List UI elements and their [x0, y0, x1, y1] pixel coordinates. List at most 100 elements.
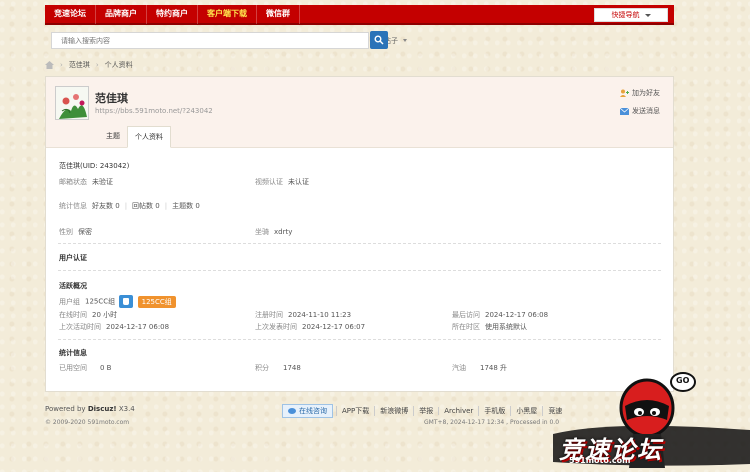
powered-label: Powered by	[45, 405, 86, 413]
ride-row: 坐骑 xdrty	[255, 227, 292, 237]
breadcrumb-current[interactable]: 个人资料	[105, 60, 133, 70]
space-row: 已用空间 0 B	[59, 363, 111, 373]
send-message-label: 发送消息	[632, 107, 660, 115]
divider	[58, 339, 661, 340]
sweat-row: 汽油 1748 升	[452, 363, 507, 373]
divider	[58, 270, 661, 271]
search-icon	[374, 35, 384, 45]
mail-icon	[620, 107, 629, 115]
last-post-label: 上次发表时间	[255, 323, 297, 331]
chat-icon	[288, 407, 296, 414]
footer-link-archiver[interactable]: Archiver	[438, 407, 478, 415]
avatar[interactable]	[55, 86, 89, 120]
profile-username: 范佳琪	[95, 92, 128, 105]
gender-row: 性别 保密	[59, 227, 92, 237]
footer-link-blackroom[interactable]: 小黑屋	[510, 406, 542, 416]
chevron-down-icon	[644, 13, 651, 17]
footer-nav: 在线咨询 APP下载 新浪微博 举报 Archiver 手机版 小黑屋 竞速	[282, 404, 567, 418]
avatar-image	[56, 87, 88, 119]
shirt-badge-icon	[119, 295, 134, 308]
tab-profile[interactable]: 个人资料	[127, 126, 171, 148]
email-status-row: 邮箱状态 未验证	[59, 177, 113, 187]
replies-count[interactable]: 回帖数 0	[132, 202, 160, 210]
points-row: 积分 1748	[255, 363, 301, 373]
email-status-value: 未验证	[92, 178, 113, 186]
breadcrumb-separator: ›	[60, 61, 63, 69]
footer-link-report[interactable]: 举报	[413, 406, 438, 416]
points-value: 1748	[283, 364, 301, 372]
ride-value: xdrty	[274, 228, 293, 236]
video-auth-value: 未认证	[288, 178, 309, 186]
reg-time-row: 注册时间 2024-11-10 11:23	[255, 310, 351, 320]
email-status-label: 邮箱状态	[59, 178, 87, 186]
last-post-value: 2024-12-17 06:07	[302, 323, 366, 331]
space-value: 0 B	[100, 364, 112, 372]
last-active-label: 上次活动时间	[59, 323, 101, 331]
online-consult-button[interactable]: 在线咨询	[282, 404, 333, 418]
nav-item-client-download[interactable]: 客户端下载	[198, 4, 257, 24]
sweat-value: 1748 升	[480, 364, 508, 372]
timezone-row: 所在时区 使用系统默认	[452, 322, 527, 332]
tab-threads[interactable]: 主题	[99, 126, 127, 148]
footer-powered: Powered by Discuz! X3.4	[45, 405, 135, 413]
profile-panel: 范佳琪 https://bbs.591moto.net/?243042 加为好友…	[45, 76, 674, 392]
profile-header: 范佳琪 https://bbs.591moto.net/?243042 加为好友…	[46, 77, 673, 148]
nav-item-wechat-group[interactable]: 微信群	[257, 4, 300, 24]
group-badge: 125CC组	[137, 295, 176, 308]
breadcrumb: › 范佳琪 › 个人资料	[45, 60, 133, 70]
send-message-button[interactable]: 发送消息	[620, 106, 660, 116]
top-nav-bar: 竞速论坛 品牌商户 特约商户 客户端下载 微信群 快捷导航	[45, 4, 674, 25]
search-bar: 帖子	[51, 32, 407, 49]
profile-url[interactable]: https://bbs.591moto.net/?243042	[95, 107, 213, 115]
points-label: 积分	[255, 364, 269, 372]
search-button[interactable]	[370, 31, 388, 49]
timezone-label: 所在时区	[452, 323, 480, 331]
add-friend-label: 加为好友	[632, 89, 660, 97]
stats-label: 统计信息	[59, 202, 87, 210]
chevron-down-icon	[403, 39, 407, 42]
divider	[58, 243, 661, 244]
nav-item-special-merchants[interactable]: 特约商户	[147, 4, 198, 24]
reg-time-label: 注册时间	[255, 311, 283, 319]
profile-tabs: 主题 个人资料	[99, 126, 171, 148]
discuz-link[interactable]: Discuz!	[88, 405, 117, 413]
quick-nav-dropdown[interactable]: 快捷导航	[594, 8, 668, 22]
activity-heading: 活跃概况	[59, 282, 87, 290]
last-active-row: 上次活动时间 2024-12-17 06:08	[59, 322, 169, 332]
footer-link-app[interactable]: APP下载	[336, 406, 374, 416]
stat-heading: 统计信息	[59, 349, 87, 357]
home-icon[interactable]	[45, 61, 54, 69]
video-auth-label: 视频认证	[255, 178, 283, 186]
user-group-value[interactable]: 125CC组	[85, 298, 115, 306]
user-group-label: 用户组	[59, 297, 80, 306]
version-label: X3.4	[118, 405, 135, 413]
ride-label: 坐骑	[255, 228, 269, 236]
stats-row: 统计信息 好友数 0 | 回帖数 0 | 主题数 0	[59, 202, 200, 210]
last-active-value: 2024-12-17 06:08	[106, 323, 170, 331]
online-time-label: 在线时间	[59, 311, 87, 319]
online-time-value: 20 小时	[92, 311, 118, 319]
footer-link-weibo[interactable]: 新浪微博	[374, 406, 413, 416]
uid-line: 范佳琪(UID: 243042)	[59, 162, 130, 170]
gender-value: 保密	[78, 228, 92, 236]
user-auth-heading: 用户认证	[59, 254, 87, 262]
breadcrumb-user[interactable]: 范佳琪	[69, 60, 90, 70]
footer-copyright: © 2009-2020 591moto.com	[45, 419, 130, 426]
footer-link-mobile[interactable]: 手机版	[478, 406, 510, 416]
gender-label: 性别	[59, 228, 73, 236]
quick-nav-label: 快捷导航	[611, 11, 640, 19]
online-consult-label: 在线咨询	[299, 407, 327, 415]
online-time-row: 在线时间 20 小时	[59, 310, 117, 320]
forum-mascot-logo[interactable]: 竞速论坛 591moto.com GO	[553, 372, 750, 472]
add-friend-button[interactable]: 加为好友	[620, 88, 660, 98]
last-visit-value: 2024-12-17 06:08	[485, 311, 549, 319]
footer-gmt: GMT+8, 2024-12-17 12:34 , Processed in 0…	[424, 419, 560, 426]
nav-item-forum[interactable]: 竞速论坛	[45, 4, 96, 24]
threads-count[interactable]: 主题数 0	[172, 202, 200, 210]
nav-item-brand-merchants[interactable]: 品牌商户	[96, 4, 147, 24]
sweat-label: 汽油	[452, 364, 466, 372]
user-group-row: 用户组 125CC组 125CC组	[59, 295, 176, 308]
friends-count[interactable]: 好友数 0	[92, 202, 120, 210]
logo-site: 591moto.com	[569, 456, 631, 465]
search-input[interactable]	[52, 33, 322, 48]
